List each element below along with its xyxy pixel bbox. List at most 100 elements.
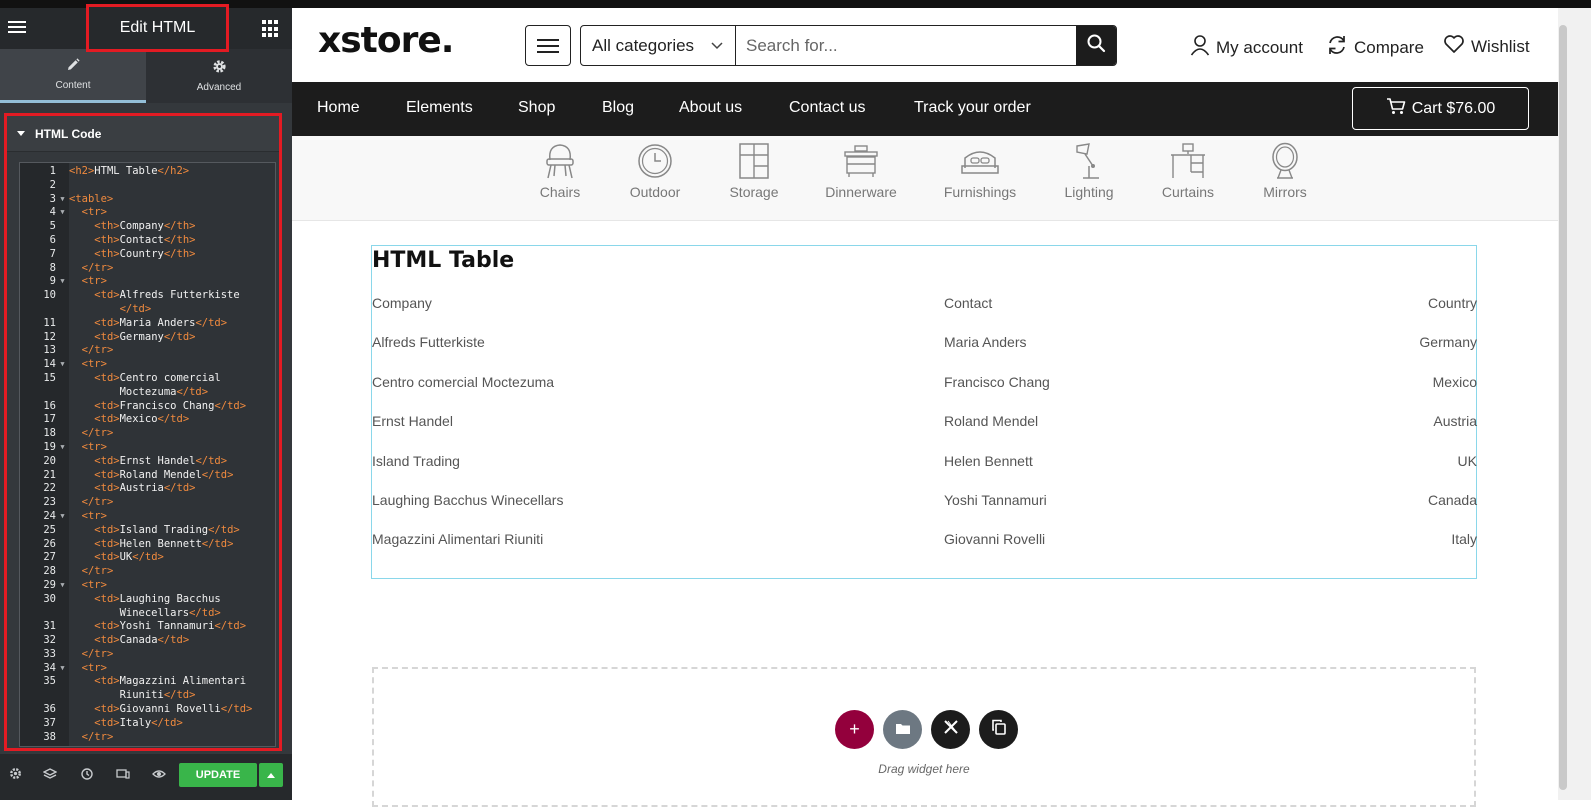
fold-toggle-icon[interactable]: ▼ <box>56 193 69 207</box>
fold-toggle-icon[interactable]: ▼ <box>56 441 69 455</box>
layers-icon[interactable] <box>42 767 58 781</box>
code-line[interactable]: 14 ▼ <tr> <box>20 358 275 372</box>
nav-track-order[interactable]: Track your order <box>914 99 1031 117</box>
code-line[interactable]: 38 </tr> <box>20 731 275 745</box>
fold-toggle-icon[interactable]: ▼ <box>56 206 69 220</box>
code-line[interactable]: </td> <box>20 303 275 317</box>
eye-icon[interactable] <box>152 767 166 781</box>
hamburger-menu-icon[interactable] <box>6 18 28 38</box>
tab-advanced[interactable]: Advanced <box>146 49 292 103</box>
code-line[interactable]: 26 <td>Helen Bennett</td> <box>20 538 275 552</box>
xstore-button[interactable] <box>931 710 970 749</box>
code-line[interactable]: 16 <td>Francisco Chang</td> <box>20 400 275 414</box>
code-line[interactable]: 6 <th>Contact</th> <box>20 234 275 248</box>
nav-shop[interactable]: Shop <box>518 99 555 117</box>
code-line[interactable]: Moctezuma</td> <box>20 386 275 400</box>
code-line[interactable]: 8 </tr> <box>20 262 275 276</box>
code-line[interactable]: 22 <td>Austria</td> <box>20 482 275 496</box>
code-line[interactable]: 12 <td>Germany</td> <box>20 331 275 345</box>
preview-scrollbar[interactable] <box>1558 8 1591 800</box>
history-icon[interactable] <box>80 767 94 781</box>
code-line[interactable]: Riuniti</td> <box>20 689 275 703</box>
html-table-widget[interactable]: HTML Table Company Contact Country Alfre… <box>371 245 1477 579</box>
code-line[interactable]: 28 </tr> <box>20 565 275 579</box>
code-line[interactable]: 31 <td>Yoshi Tannamuri</td> <box>20 620 275 634</box>
category-chairs[interactable]: Chairs <box>515 142 605 200</box>
my-account-link[interactable]: My account <box>1190 34 1303 61</box>
wishlist-link[interactable]: Wishlist <box>1443 34 1530 59</box>
fold-toggle-icon[interactable]: ▼ <box>56 579 69 593</box>
category-select[interactable]: All categories <box>581 26 736 65</box>
code-line[interactable]: 5 <th>Company</th> <box>20 220 275 234</box>
code-line[interactable]: 32 <td>Canada</td> <box>20 634 275 648</box>
responsive-icon[interactable] <box>116 767 130 781</box>
category-furnishings[interactable]: Furnishings <box>935 142 1025 200</box>
code-line[interactable]: 13 </tr> <box>20 344 275 358</box>
code-line[interactable]: 24 ▼ <tr> <box>20 510 275 524</box>
category-mirrors[interactable]: Mirrors <box>1240 142 1330 200</box>
nav-contact-us[interactable]: Contact us <box>789 99 865 117</box>
tab-content[interactable]: Content <box>0 49 146 103</box>
code-line[interactable]: 29 ▼ <tr> <box>20 579 275 593</box>
category-outdoor[interactable]: Outdoor <box>610 142 700 200</box>
fold-toggle-icon[interactable]: ▼ <box>56 358 69 372</box>
nav-about-us[interactable]: About us <box>679 99 742 117</box>
code-line[interactable]: 11 <td>Maria Anders</td> <box>20 317 275 331</box>
code-line[interactable]: 19 ▼ <tr> <box>20 441 275 455</box>
code-line[interactable]: 10 <td>Alfreds Futterkiste <box>20 289 275 303</box>
code-text: <td>Ernst Handel</td> <box>94 454 228 467</box>
site-menu-button[interactable] <box>525 25 571 66</box>
code-line[interactable]: 21 <td>Roland Mendel</td> <box>20 469 275 483</box>
code-line[interactable]: 1 <h2>HTML Table</h2> <box>20 165 275 179</box>
code-line[interactable]: 9 ▼ <tr> <box>20 275 275 289</box>
settings-icon[interactable] <box>8 767 22 781</box>
html-code-section-toggle[interactable]: HTML Code <box>7 116 279 152</box>
add-template-button[interactable] <box>883 710 922 749</box>
code-line[interactable]: 36 <td>Giovanni Rovelli</td> <box>20 703 275 717</box>
update-options-button[interactable] <box>259 763 283 787</box>
code-line[interactable]: 4 ▼ <tr> <box>20 206 275 220</box>
code-lines[interactable]: 1 <h2>HTML Table</h2> 2 3 ▼ <table> 4 ▼ <tr> 5 <… <box>20 165 275 745</box>
fold-toggle-icon[interactable]: ▼ <box>56 510 69 524</box>
code-line[interactable]: 18 </tr> <box>20 427 275 441</box>
update-button[interactable]: UPDATE <box>179 763 257 787</box>
code-line[interactable]: 33 </tr> <box>20 648 275 662</box>
code-line[interactable]: 3 ▼ <table> <box>20 193 275 207</box>
code-line[interactable]: 25 <td>Island Trading</td> <box>20 524 275 538</box>
code-line[interactable]: 7 <th>Country</th> <box>20 247 275 262</box>
widgets-grid-icon[interactable] <box>262 20 280 38</box>
code-line[interactable]: 37 <td>Italy</td> <box>20 717 275 731</box>
paste-button[interactable] <box>979 710 1018 749</box>
code-line[interactable]: 35 <td>Magazzini Alimentari <box>20 675 275 689</box>
widget-drop-zone[interactable]: + Drag widget here <box>372 667 1476 807</box>
search-input[interactable] <box>736 26 1076 65</box>
table-header: Country <box>1427 295 1477 311</box>
code-line[interactable]: 17 <td>Mexico</td> <box>20 413 275 427</box>
site-logo[interactable]: xstore. <box>318 20 454 61</box>
nav-elements[interactable]: Elements <box>406 99 473 117</box>
category-lighting[interactable]: Lighting <box>1044 142 1134 200</box>
category-curtains[interactable]: Curtains <box>1143 142 1233 200</box>
code-line[interactable]: 30 <td>Laughing Bacchus <box>20 593 275 607</box>
add-section-button[interactable]: + <box>835 710 874 749</box>
code-line[interactable]: 2 <box>20 179 275 193</box>
search-button[interactable] <box>1076 26 1116 65</box>
code-line[interactable]: 15 <td>Centro comercial <box>20 372 275 386</box>
fold-toggle-icon[interactable]: ▼ <box>56 662 69 676</box>
code-line[interactable]: 20 <td>Ernst Handel</td> <box>20 454 275 469</box>
code-line[interactable]: 34 ▼ <tr> <box>20 662 275 676</box>
nav-home[interactable]: Home <box>317 99 360 117</box>
fold-toggle-icon[interactable]: ▼ <box>56 275 69 289</box>
code-line[interactable]: 23 </tr> <box>20 496 275 510</box>
category-storage[interactable]: Storage <box>709 142 799 200</box>
code-line[interactable]: 27 <td>UK</td> <box>20 551 275 565</box>
code-editor[interactable]: 1 <h2>HTML Table</h2> 2 3 ▼ <table> 4 ▼ <tr> 5 <… <box>19 162 276 747</box>
cart-button[interactable]: Cart $76.00 <box>1352 87 1529 130</box>
table-row: Magazzini Alimentari Riuniti Giovanni Ro… <box>372 527 1477 566</box>
category-dinnerware[interactable]: Dinnerware <box>816 142 906 200</box>
scrollbar-thumb[interactable] <box>1559 25 1567 790</box>
nav-blog[interactable]: Blog <box>602 99 634 117</box>
code-line[interactable]: Winecellars</td> <box>20 607 275 621</box>
line-number: 7 <box>49 247 56 260</box>
compare-link[interactable]: Compare <box>1326 34 1424 61</box>
